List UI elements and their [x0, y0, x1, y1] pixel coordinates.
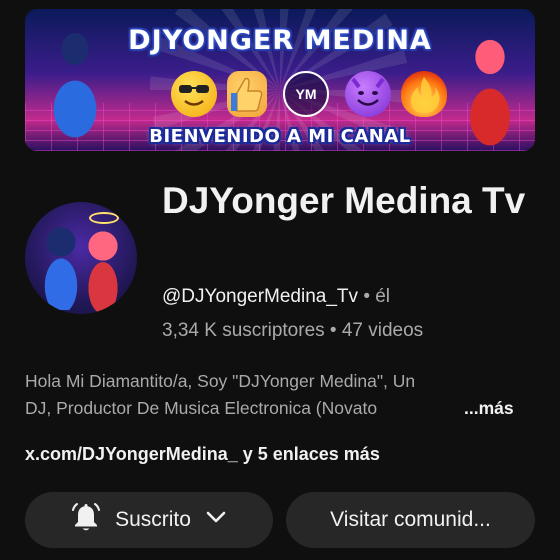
ym-logo-icon: YM: [283, 71, 329, 117]
channel-description[interactable]: Hola Mi Diamantito/a, Soy "DJYonger Medi…: [25, 368, 535, 422]
description-line-2: DJ, Productor De Musica Electronica (Nov…: [25, 395, 535, 422]
avatar-character-right: [81, 224, 125, 314]
visit-community-label: Visitar comunid...: [330, 508, 491, 531]
description-line-1: Hola Mi Diamantito/a, Soy "DJYonger Medi…: [25, 371, 416, 391]
halo-icon: [89, 212, 119, 224]
description-line-2-text: DJ, Productor De Musica Electronica (Nov…: [25, 398, 378, 418]
channel-handle-line: @DJYongerMedina_Tv • él: [162, 286, 390, 308]
banner-title: DJYONGER MEDINA: [128, 25, 432, 56]
sunglasses-emoji-icon: [171, 71, 217, 117]
channel-stats: 3,34 K suscriptores • 47 videos: [162, 320, 423, 342]
channel-links[interactable]: x.com/DJYongerMedina_ y 5 enlaces más: [25, 444, 380, 465]
video-count: • 47 videos: [329, 320, 424, 341]
channel-banner: DJYONGER MEDINA YM BIENVENIDO A MI CANAL: [25, 9, 535, 151]
more-link[interactable]: ...más: [464, 395, 514, 422]
thumbs-up-emoji-icon: [227, 71, 267, 117]
banner-emoji-row: YM: [171, 71, 447, 117]
subscriber-count: 3,34 K suscriptores: [162, 320, 325, 341]
visit-community-button[interactable]: Visitar comunid...: [286, 492, 535, 548]
channel-page: DJYONGER MEDINA YM BIENVENIDO A MI CANAL…: [0, 0, 560, 560]
subscribed-button[interactable]: Suscrito: [25, 492, 273, 548]
channel-name: DJYonger Medina Tv: [162, 180, 526, 221]
channel-avatar[interactable]: [25, 202, 137, 314]
smiling-devil-emoji-icon: [345, 71, 391, 117]
subscribed-label: Suscrito: [115, 508, 191, 531]
bell-icon: [69, 500, 103, 540]
avatar-character-left: [39, 220, 83, 310]
channel-handle: @DJYongerMedina_Tv: [162, 286, 359, 307]
banner-subtitle: BIENVENIDO A MI CANAL: [149, 126, 411, 147]
chevron-down-icon: [203, 504, 229, 536]
fire-emoji-icon: [401, 71, 447, 117]
channel-pronoun: • él: [363, 286, 391, 307]
